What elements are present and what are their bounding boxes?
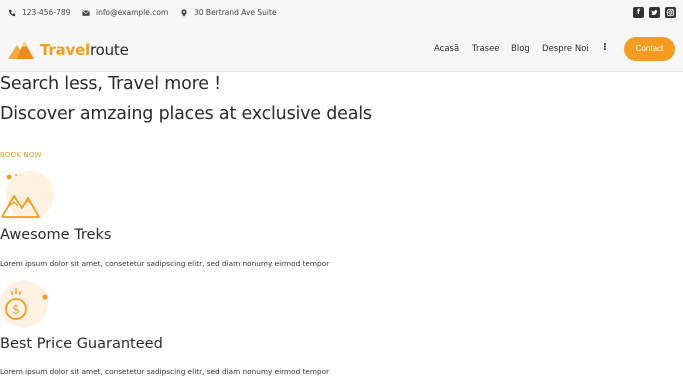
email-address: info@example.com	[96, 8, 169, 17]
more-menu-icon[interactable]: ⁝	[603, 42, 607, 53]
email-contact[interactable]: info@example.com	[82, 8, 168, 17]
feature-description: Lorem ipsum dolor sit amet, consetetur s…	[0, 259, 330, 268]
book-now-link[interactable]: BOOK NOW	[0, 151, 42, 159]
envelope-icon	[82, 9, 90, 16]
top-bar: 123-456-789 info@example.com 30 Bertrand…	[0, 0, 683, 27]
logo-text: Travelroute	[40, 41, 129, 59]
logo-text-route: route	[90, 41, 129, 59]
address-text: 30 Bertrand Ave Suite	[194, 8, 277, 17]
nav-item-despre-noi[interactable]: Despre Noi	[542, 44, 589, 54]
phone-contact[interactable]: 123-456-789	[8, 8, 70, 17]
nav-item-blog[interactable]: Blog	[511, 44, 530, 54]
instagram-icon[interactable]	[665, 7, 676, 18]
svg-text:$: $	[12, 303, 20, 317]
feature-description: Lorem ipsum dolor sit amet, consetetur s…	[0, 367, 330, 376]
dollar-coin-icon: $	[0, 280, 48, 328]
address-contact: 30 Bertrand Ave Suite	[180, 8, 277, 17]
twitter-icon[interactable]	[649, 7, 660, 18]
logo-text-travel: Travel	[40, 41, 90, 59]
feature-title: Best Price Guaranteed	[0, 336, 163, 352]
phone-number: 123-456-789	[22, 8, 71, 17]
mountains-icon	[1, 171, 54, 219]
facebook-icon[interactable]: f	[633, 7, 644, 18]
nav-item-acasa[interactable]: Acasă	[434, 44, 459, 54]
hero-subtitle: Discover amzaing places at exclusive dea…	[0, 104, 372, 124]
nav-item-trasee[interactable]: Trasee	[472, 44, 500, 54]
map-pin-icon	[181, 8, 187, 17]
contact-button[interactable]: Contact	[624, 37, 675, 61]
phone-icon	[8, 9, 16, 16]
logo-mountain-icon	[8, 41, 34, 59]
hero-title: Search less, Travel more !	[0, 74, 221, 94]
main-header: Travelroute Acasă Trasee Blog Despre Noi…	[0, 27, 683, 72]
site-logo[interactable]: Travelroute	[8, 40, 129, 60]
feature-title: Awesome Treks	[0, 227, 112, 243]
